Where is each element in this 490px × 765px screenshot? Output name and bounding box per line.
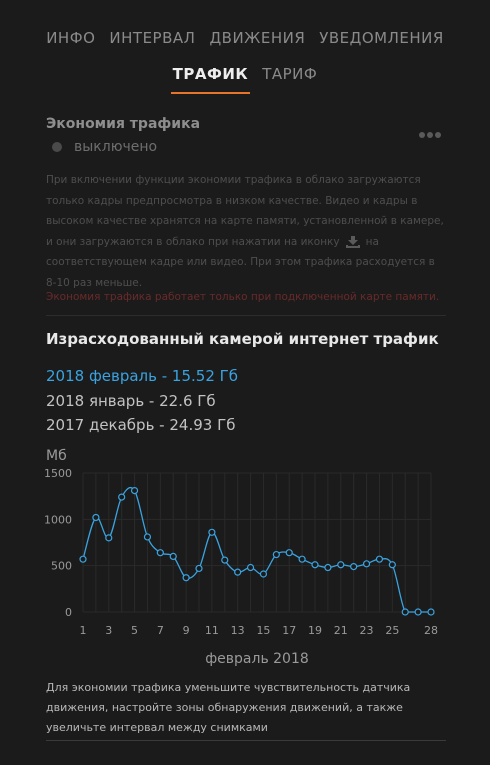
- data-point: [105, 534, 113, 542]
- month-list: 2018 февраль - 15.52 Гб 2018 январь - 22…: [46, 364, 238, 438]
- data-point: [92, 513, 100, 522]
- x-tick-label: 5: [131, 624, 138, 637]
- x-tick-label: 19: [308, 624, 322, 637]
- data-point: [350, 562, 358, 571]
- data-point: [259, 570, 268, 578]
- month-item-2017-12[interactable]: 2017 декабрь - 24.93 Гб: [46, 413, 238, 438]
- data-point: [79, 555, 87, 563]
- toggle-state-label: выключено: [74, 139, 158, 155]
- x-tick-label: 21: [334, 624, 348, 637]
- x-tick-label: 9: [183, 624, 190, 637]
- data-point: [375, 555, 384, 563]
- data-point: [285, 549, 293, 557]
- divider: [46, 740, 446, 741]
- month-item-2018-02[interactable]: 2018 февраль - 15.52 Гб: [46, 364, 238, 389]
- data-point: [182, 574, 190, 582]
- traffic-usage-title: Израсходованный камерой интернет трафик: [46, 330, 439, 348]
- series-line: [82, 487, 431, 613]
- traffic-hint: Для экономии трафика уменьшите чувствите…: [46, 681, 411, 734]
- data-point: [143, 533, 152, 541]
- data-point: [401, 608, 409, 616]
- x-tick-label: 3: [105, 624, 112, 637]
- data-point: [195, 564, 203, 573]
- x-tick-label: 13: [231, 624, 245, 637]
- x-tick-label: 1: [80, 624, 87, 637]
- x-tick-label: 28: [424, 624, 438, 637]
- data-point: [362, 560, 371, 568]
- data-point: [337, 561, 345, 569]
- data-point: [311, 561, 319, 569]
- traffic-chart: 0500100015001 3 5 7 9 11 13 15 17 19 21 23 25 28Мбфев…: [44, 448, 438, 667]
- data-point: [130, 487, 139, 495]
- data-point: [169, 552, 177, 561]
- x-axis-label: февраль 2018: [205, 651, 309, 667]
- divider: [46, 315, 446, 316]
- data-point: [324, 563, 332, 572]
- y-tick-label: 1000: [44, 513, 72, 526]
- x-tick-label: 17: [282, 624, 296, 637]
- x-tick-label: 23: [360, 624, 374, 637]
- memory-card-warning: Экономия трафика работает только при под…: [46, 291, 440, 303]
- download-icon: [345, 235, 360, 248]
- tab-notifications[interactable]: УВЕДОМЛЕНИЯ: [319, 28, 444, 48]
- data-point: [156, 549, 164, 557]
- data-point: [234, 568, 242, 576]
- data-point: [272, 550, 280, 559]
- tabs-row-secondary: ТРАФИК ТАРИФ: [0, 64, 490, 94]
- toggle-indicator: [52, 142, 62, 152]
- y-axis-label: Мб: [46, 448, 67, 464]
- y-tick-label: 1500: [44, 467, 72, 480]
- data-point: [298, 555, 306, 563]
- x-tick-label: 15: [256, 624, 270, 637]
- tabs-row-main: ИНФО ИНТЕРВАЛ ДВИЖЕНИЯ УВЕДОМЛЕНИЯ: [0, 28, 490, 48]
- more-options-icon[interactable]: [419, 126, 443, 144]
- traffic-saving-description: При включении функции экономии трафика в…: [46, 170, 446, 293]
- tab-interval[interactable]: ИНТЕРВАЛ: [109, 28, 195, 48]
- data-point: [221, 556, 229, 564]
- data-point: [118, 493, 126, 501]
- tab-tariff[interactable]: ТАРИФ: [262, 64, 317, 84]
- tab-traffic[interactable]: ТРАФИК: [170, 64, 250, 94]
- traffic-saving-title: Экономия трафика: [46, 116, 201, 132]
- traffic-saving-toggle[interactable]: выключено: [52, 139, 157, 155]
- x-tick-label: 7: [157, 624, 164, 637]
- data-point: [246, 563, 255, 572]
- x-tick-label: 25: [385, 624, 399, 637]
- data-point: [414, 608, 422, 616]
- x-tick-label: 11: [205, 624, 219, 637]
- data-point: [427, 608, 435, 616]
- data-point: [388, 561, 396, 569]
- description-text-1: При включении функции экономии трафика в…: [46, 174, 444, 248]
- month-item-2018-01[interactable]: 2018 январь - 22.6 Гб: [46, 389, 238, 414]
- y-tick-label: 500: [51, 560, 72, 573]
- data-point: [208, 528, 216, 536]
- y-tick-label: 0: [65, 606, 72, 619]
- tab-motion[interactable]: ДВИЖЕНИЯ: [209, 28, 305, 48]
- tab-info[interactable]: ИНФО: [46, 28, 95, 48]
